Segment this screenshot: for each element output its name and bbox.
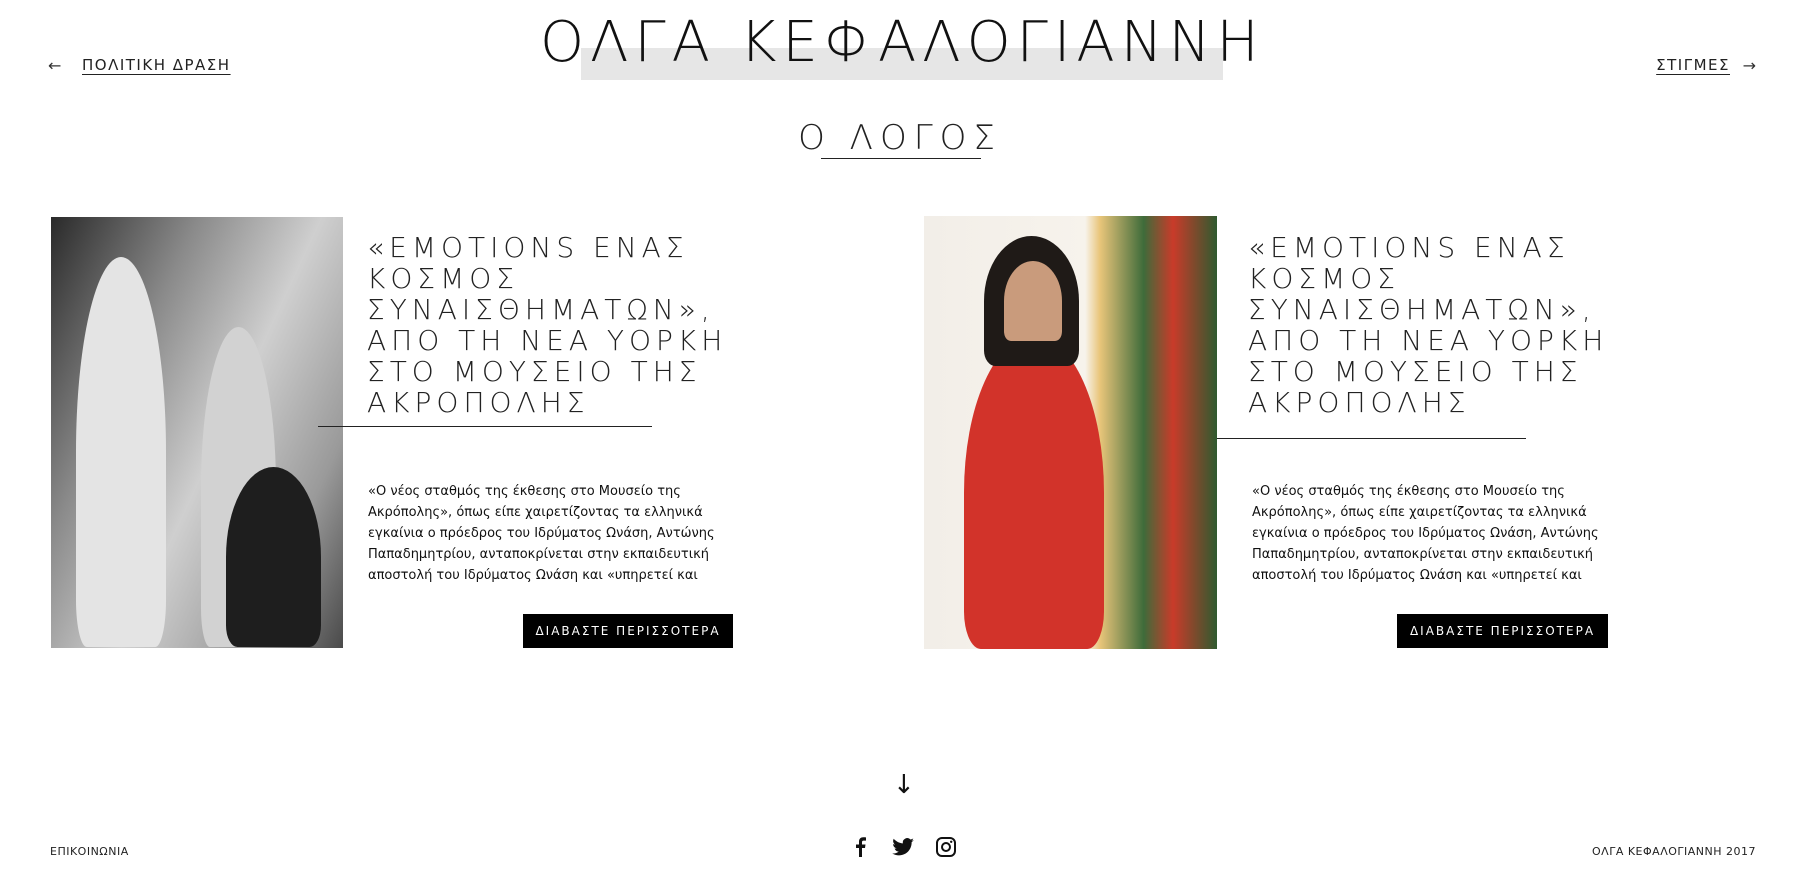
copyright: ΟΛΓΑ ΚΕΦΑΛΟΓΙΑΝΝΗ 2017 (1592, 845, 1756, 858)
prev-section-link[interactable]: ΠΟΛΙΤΙΚΗ ΔΡΑΣΗ (82, 56, 231, 74)
card-1-excerpt: «Ο νέος σταθμός της έκθεσης στο Μουσείο … (368, 484, 715, 583)
arrow-right-icon[interactable]: → (1743, 56, 1756, 75)
scroll-down-icon[interactable]: ↓ (893, 770, 915, 800)
card-1-photo[interactable] (51, 217, 343, 648)
section-title: Ο ΛΟΓΟΣ (798, 118, 1002, 158)
card-1-title[interactable]: «EMOTIONS ΕΝΑΣ ΚΟΣΜΟΣ ΣΥΝΑΙΣΘΗΜΑΤΩΝ», ΑΠ… (367, 232, 737, 418)
twitter-icon[interactable] (892, 836, 914, 858)
instagram-icon[interactable] (935, 836, 957, 858)
card-2-divider (1217, 438, 1526, 439)
card-2-photo[interactable] (924, 216, 1217, 649)
contact-link[interactable]: ΕΠΙΚΟΙΝΩΝΙΑ (50, 845, 129, 858)
card-2-title[interactable]: «EMOTIONS ΕΝΑΣ ΚΟΣΜΟΣ ΣΥΝΑΙΣΘΗΜΑΤΩΝ», ΑΠ… (1248, 232, 1618, 418)
card-1-divider (318, 426, 652, 427)
site-title[interactable]: ΟΛΓΑ ΚΕΦΑΛΟΓΙΑΝΝΗ (540, 10, 1260, 76)
card-1-read-more-button[interactable]: ΔΙΑΒΑΣΤΕ ΠΕΡΙΣΣΟΤΕΡΑ (523, 614, 733, 648)
card-2-excerpt: «Ο νέος σταθμός της έκθεσης στο Μουσείο … (1252, 484, 1599, 583)
arrow-left-icon[interactable]: ← (48, 56, 61, 75)
card-2-read-more-button[interactable]: ΔΙΑΒΑΣΤΕ ΠΕΡΙΣΣΟΤΕΡΑ (1397, 614, 1608, 648)
next-section-link[interactable]: ΣΤΙΓΜΕΣ (1656, 56, 1730, 74)
facebook-icon[interactable] (849, 836, 871, 858)
section-title-underline (821, 158, 981, 159)
